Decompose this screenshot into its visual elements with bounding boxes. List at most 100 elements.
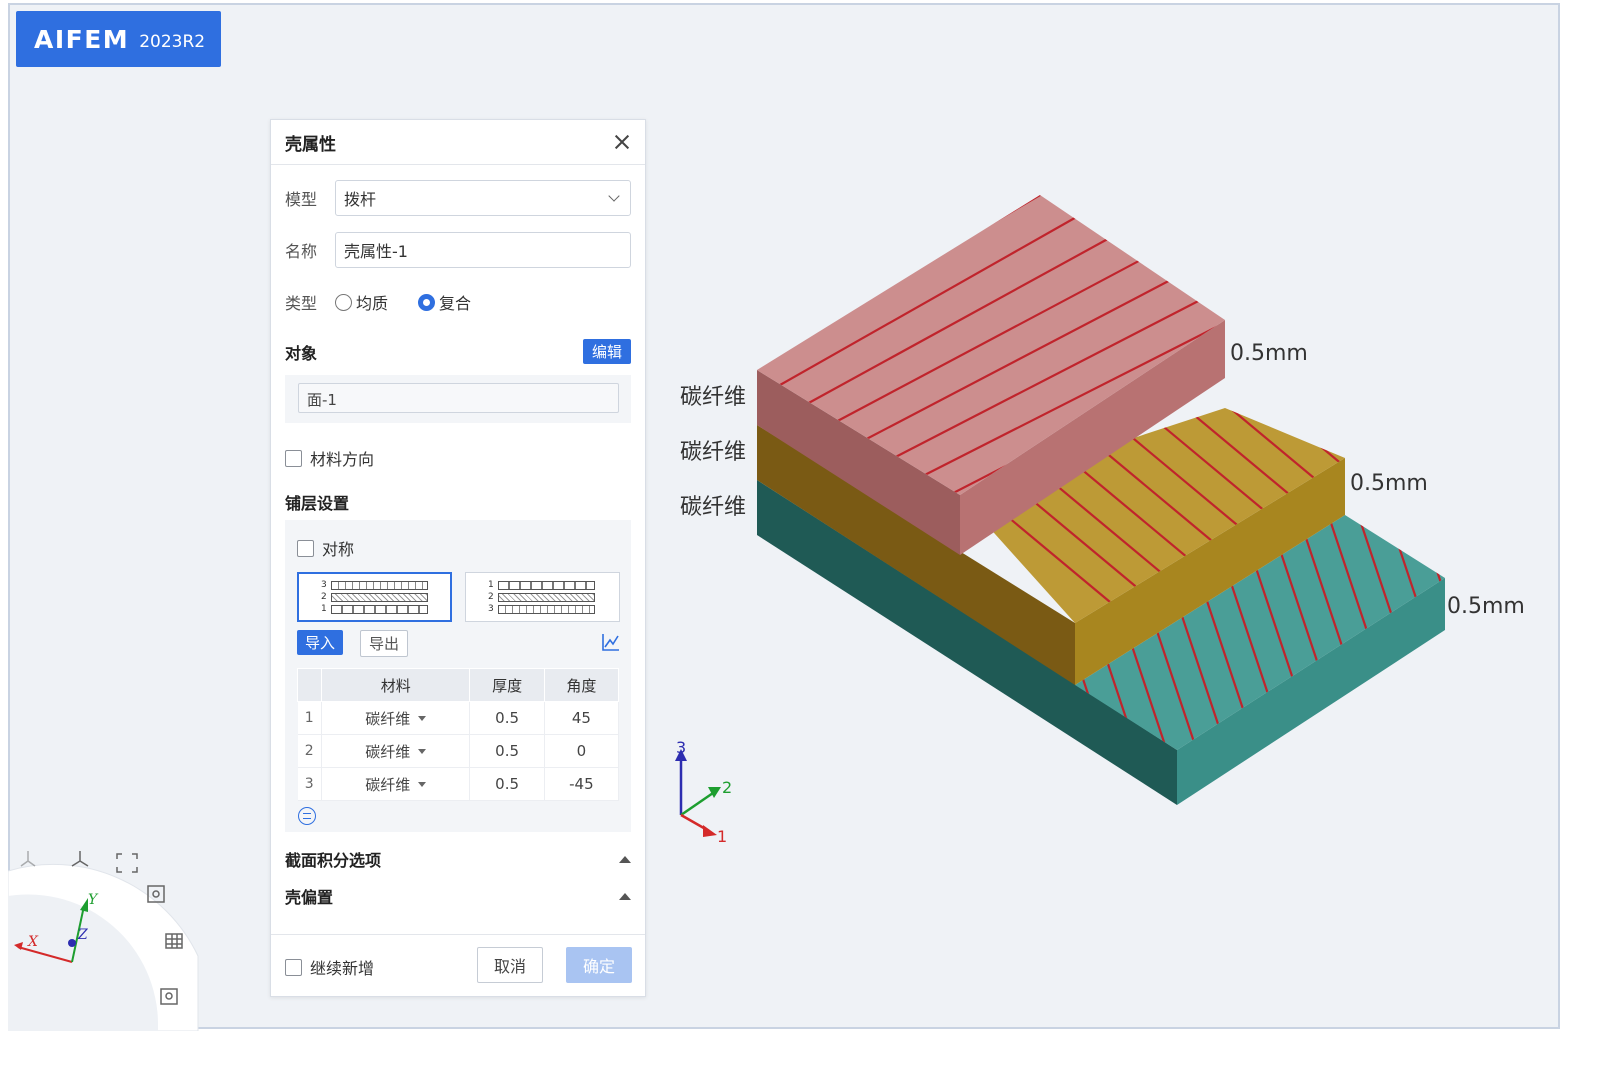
dialog-footer: 继续新增 取消 确定: [271, 934, 645, 996]
material-cell[interactable]: 碳纤维: [321, 767, 471, 801]
column-header-angle: 角度: [543, 668, 620, 702]
row-index: 1: [297, 701, 322, 735]
add-row-icon[interactable]: [298, 807, 316, 825]
material-direction-checkbox[interactable]: 材料方向: [285, 446, 374, 470]
shell-offset-row[interactable]: 壳偏置: [285, 884, 631, 908]
ply-number: 3: [321, 580, 327, 590]
radio-selected-icon: [418, 293, 436, 311]
name-label: 名称: [285, 242, 318, 261]
thickness-label: 0.5mm: [1447, 594, 1525, 619]
angle-cell[interactable]: 0: [544, 734, 620, 768]
radio-icon: [335, 293, 352, 311]
layer-label: 碳纤维: [680, 440, 746, 465]
axis-2-label: 2: [722, 778, 732, 797]
layup-panel: 对称 3 2 1 1 2 3 导入 导出 材料 厚度 角度 1 碳纤维 0.5 …: [285, 520, 631, 832]
material-cell[interactable]: 碳纤维: [321, 734, 471, 768]
sequence-bottom-first-option[interactable]: 1 2 3: [465, 572, 620, 622]
target-label: 对象: [285, 343, 318, 363]
material-value: 碳纤维: [365, 742, 411, 761]
table-row[interactable]: 2 碳纤维 0.5 0: [297, 734, 620, 768]
axis-3-label: 3: [676, 738, 686, 757]
type-row: 类型 均质 复合: [285, 290, 631, 314]
target-field[interactable]: 面-1: [298, 383, 619, 413]
caret-down-icon: [418, 748, 427, 754]
radio-homogeneous-label: 均质: [356, 294, 389, 313]
material-value: 碳纤维: [365, 709, 411, 728]
iso-view-icon[interactable]: [20, 851, 36, 867]
caret-down-icon: [418, 715, 427, 721]
layup-title-row: 铺层设置: [285, 490, 631, 514]
brand-version: 2023R2: [139, 31, 206, 52]
thickness-cell[interactable]: 0.5: [469, 734, 545, 768]
index-header: [297, 668, 322, 702]
symmetric-checkbox[interactable]: 对称: [297, 536, 354, 560]
ply-pattern-icon: [497, 592, 595, 602]
thickness-label: 0.5mm: [1230, 341, 1308, 366]
ok-button[interactable]: 确定: [566, 947, 632, 983]
radio-composite[interactable]: 复合: [418, 290, 471, 314]
nav-x-label: X: [27, 934, 39, 950]
model-select[interactable]: 拨杆: [335, 180, 631, 216]
axis-view-icon[interactable]: [71, 851, 89, 867]
shell-offset-label: 壳偏置: [285, 888, 334, 907]
name-input[interactable]: 壳属性-1: [335, 232, 631, 268]
material-direction-label: 材料方向: [310, 450, 375, 469]
ply-table: 材料 厚度 角度 1 碳纤维 0.5 45 2 碳纤维 0.5 0 3 碳纤维 …: [297, 668, 620, 801]
dialog-header: 壳属性: [271, 120, 645, 165]
continue-add-checkbox[interactable]: 继续新增: [285, 955, 374, 979]
edit-button[interactable]: 编辑: [582, 339, 631, 364]
table-row[interactable]: 1 碳纤维 0.5 45: [297, 701, 620, 735]
ply-pattern-icon: [330, 580, 428, 590]
brand-logo: AIFEM 2023R2: [16, 11, 221, 67]
nav-z-label: Z: [77, 927, 88, 943]
model-value: 拨杆: [344, 190, 377, 209]
ply-number: 2: [488, 592, 494, 602]
caret-up-icon: [619, 855, 631, 863]
shell-property-dialog: 壳属性 模型 拨杆 名称 壳属性-1 类型 均质 复合 对象 编辑 面-1 材料…: [270, 119, 646, 997]
row-index: 2: [297, 734, 322, 768]
cancel-button[interactable]: 取消: [477, 947, 543, 983]
model-label: 模型: [285, 190, 318, 209]
view-navigation-wheel[interactable]: X Y Z: [8, 826, 208, 1031]
integration-options-row[interactable]: 截面积分选项: [285, 847, 631, 871]
angle-cell[interactable]: 45: [544, 701, 620, 735]
table-header-row: 材料 厚度 角度: [297, 668, 620, 702]
close-icon[interactable]: [613, 133, 631, 151]
name-value: 壳属性-1: [344, 242, 408, 261]
target-row: 对象 编辑: [285, 339, 631, 364]
export-button[interactable]: 导出: [360, 630, 409, 657]
chevron-down-icon: [608, 190, 620, 202]
layer-label: 碳纤维: [680, 385, 746, 410]
thickness-cell[interactable]: 0.5: [469, 701, 545, 735]
symmetric-label: 对称: [322, 540, 355, 559]
radio-composite-label: 复合: [439, 294, 472, 313]
model-row: 模型 拨杆: [285, 180, 631, 216]
layer-label: 碳纤维: [680, 495, 746, 520]
checkbox-icon: [285, 449, 302, 467]
import-button[interactable]: 导入: [297, 630, 344, 655]
name-row: 名称 壳属性-1: [285, 232, 631, 268]
table-row[interactable]: 3 碳纤维 0.5 -45: [297, 767, 620, 801]
fit-view-icon[interactable]: [116, 853, 138, 873]
integration-options-label: 截面积分选项: [285, 851, 382, 870]
ply-pattern-icon: [497, 580, 595, 590]
ply-number: 1: [321, 604, 327, 614]
dialog-title: 壳属性: [285, 134, 336, 155]
type-label: 类型: [285, 294, 318, 313]
column-header-material: 材料: [320, 668, 471, 702]
material-axis-triad: 3 2 1: [675, 738, 732, 846]
continue-add-label: 继续新增: [310, 959, 375, 978]
ply-pattern-icon: [330, 604, 428, 614]
target-box: 面-1: [285, 375, 631, 423]
caret-down-icon: [418, 781, 427, 787]
row-index: 3: [297, 767, 322, 801]
chart-icon[interactable]: [601, 632, 621, 652]
thickness-cell[interactable]: 0.5: [469, 767, 545, 801]
laminate-model[interactable]: 碳纤维 碳纤维 碳纤维 0.5mm 0.5mm 0.5mm: [660, 190, 1540, 820]
checkbox-icon: [297, 539, 314, 557]
radio-homogeneous[interactable]: 均质: [335, 290, 388, 314]
column-header-thickness: 厚度: [469, 668, 545, 702]
material-cell[interactable]: 碳纤维: [321, 701, 471, 735]
sequence-top-first-option[interactable]: 3 2 1: [297, 572, 452, 622]
angle-cell[interactable]: -45: [544, 767, 620, 801]
